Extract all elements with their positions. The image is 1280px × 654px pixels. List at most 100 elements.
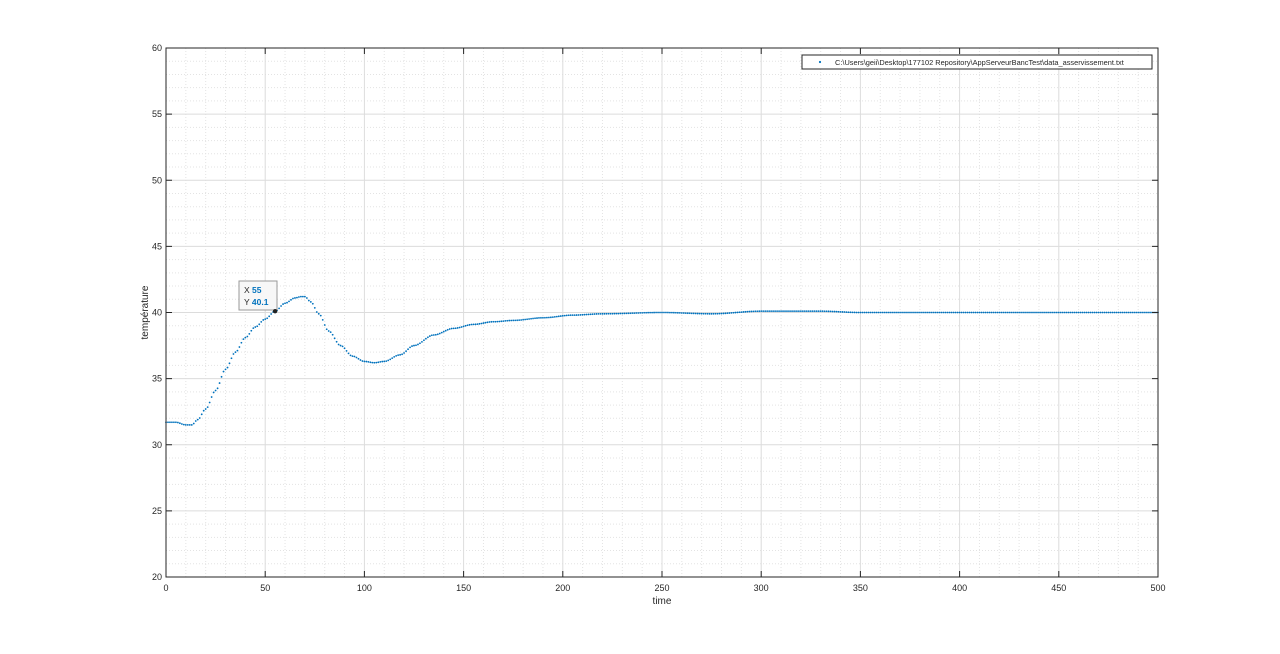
data-point bbox=[1064, 312, 1066, 314]
datatip-x-label: X bbox=[244, 285, 252, 295]
data-point bbox=[786, 310, 788, 312]
x-tick-label: 50 bbox=[260, 583, 270, 593]
data-point bbox=[435, 334, 437, 336]
data-point bbox=[433, 334, 435, 336]
data-point bbox=[1090, 312, 1092, 314]
data-point bbox=[675, 312, 677, 314]
data-point bbox=[318, 313, 320, 315]
datatip-point bbox=[273, 309, 277, 313]
data-point bbox=[1141, 312, 1143, 314]
data-point bbox=[731, 312, 733, 314]
data-point bbox=[411, 345, 413, 347]
data-point bbox=[1060, 312, 1062, 314]
data-point bbox=[344, 347, 346, 349]
data-point bbox=[522, 319, 524, 321]
data-point bbox=[518, 319, 520, 321]
data-point bbox=[197, 419, 199, 421]
data-point bbox=[967, 312, 969, 314]
data-point bbox=[949, 312, 951, 314]
data-point bbox=[391, 357, 393, 359]
data-point bbox=[697, 313, 699, 315]
data-point bbox=[288, 300, 290, 302]
data-point bbox=[387, 359, 389, 361]
data-point bbox=[534, 317, 536, 319]
data-point bbox=[612, 313, 614, 315]
data-point bbox=[891, 312, 893, 314]
data-point bbox=[738, 311, 740, 313]
data-point bbox=[405, 350, 407, 352]
data-point bbox=[893, 312, 895, 314]
data-point bbox=[1068, 312, 1070, 314]
data-point bbox=[905, 312, 907, 314]
data-point bbox=[1004, 312, 1006, 314]
data-point bbox=[447, 329, 449, 331]
data-point bbox=[1000, 312, 1002, 314]
data-point bbox=[1108, 312, 1110, 314]
data-point bbox=[977, 312, 979, 314]
data-point bbox=[681, 312, 683, 314]
data-point bbox=[770, 310, 772, 312]
data-point bbox=[744, 311, 746, 313]
data-point bbox=[758, 310, 760, 312]
data-point bbox=[516, 319, 518, 321]
data-point bbox=[308, 300, 310, 302]
data-point bbox=[945, 312, 947, 314]
data-point bbox=[1149, 312, 1151, 314]
data-point bbox=[606, 313, 608, 315]
data-point bbox=[955, 312, 957, 314]
data-point bbox=[1056, 312, 1058, 314]
data-point bbox=[1012, 312, 1014, 314]
x-tick-label: 400 bbox=[952, 583, 967, 593]
data-point bbox=[413, 345, 415, 347]
data-point bbox=[1084, 312, 1086, 314]
data-point bbox=[798, 310, 800, 312]
data-point bbox=[677, 312, 679, 314]
data-point bbox=[235, 351, 237, 353]
data-point bbox=[996, 312, 998, 314]
data-point bbox=[709, 313, 711, 315]
data-point bbox=[399, 354, 401, 356]
data-point bbox=[858, 312, 860, 314]
data-point bbox=[863, 312, 865, 314]
data-point bbox=[695, 313, 697, 315]
data-point bbox=[1030, 312, 1032, 314]
data-point bbox=[1096, 312, 1098, 314]
datatip[interactable]: X 55Y 40.1 bbox=[239, 281, 277, 313]
data-point bbox=[320, 315, 322, 317]
data-point bbox=[203, 410, 205, 412]
data-point bbox=[1042, 312, 1044, 314]
data-point bbox=[929, 312, 931, 314]
data-point bbox=[617, 313, 619, 315]
data-point bbox=[850, 311, 852, 313]
data-point bbox=[371, 362, 373, 364]
data-point bbox=[802, 310, 804, 312]
data-point bbox=[983, 312, 985, 314]
data-point bbox=[524, 319, 526, 321]
data-point bbox=[314, 307, 316, 309]
data-point bbox=[477, 323, 479, 325]
data-point bbox=[373, 362, 375, 364]
data-point bbox=[1143, 312, 1145, 314]
data-point bbox=[393, 356, 395, 358]
data-point bbox=[487, 321, 489, 323]
data-point bbox=[778, 310, 780, 312]
data-point bbox=[171, 421, 173, 423]
data-point bbox=[1010, 312, 1012, 314]
data-point bbox=[750, 311, 752, 313]
data-point bbox=[225, 368, 227, 370]
data-point bbox=[592, 313, 594, 315]
y-tick-label: 50 bbox=[152, 175, 162, 185]
data-point bbox=[1050, 312, 1052, 314]
data-point bbox=[1092, 312, 1094, 314]
legend[interactable]: C:\Users\geii\Desktop\177102 Repository\… bbox=[802, 55, 1152, 69]
data-point bbox=[463, 325, 465, 327]
data-point bbox=[740, 311, 742, 313]
y-tick-label: 35 bbox=[152, 374, 162, 384]
data-point bbox=[917, 312, 919, 314]
data-point bbox=[792, 310, 794, 312]
data-point bbox=[856, 312, 858, 314]
data-point bbox=[205, 408, 207, 410]
data-point bbox=[500, 320, 502, 322]
data-point bbox=[1082, 312, 1084, 314]
data-point bbox=[1016, 312, 1018, 314]
